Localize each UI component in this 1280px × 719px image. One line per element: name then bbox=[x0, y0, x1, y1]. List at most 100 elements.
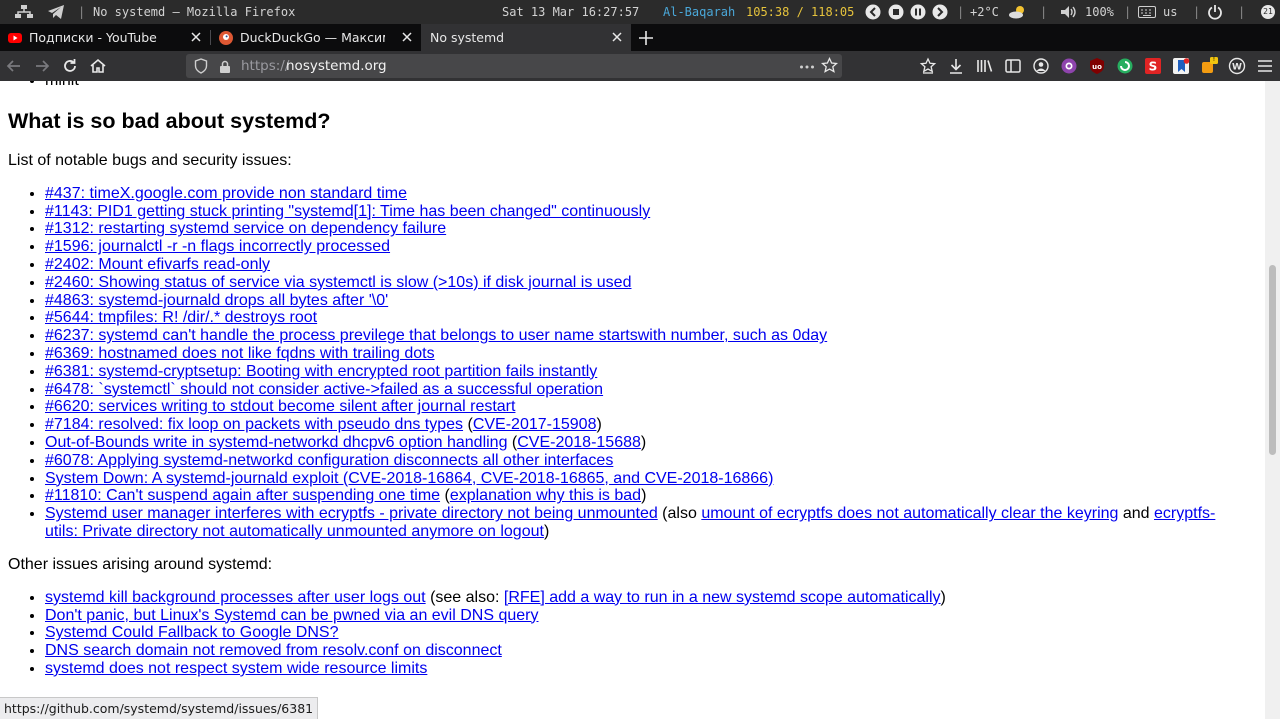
list-item: #1143: PID1 getting stuck printing "syst… bbox=[45, 203, 1248, 221]
extension-green-icon[interactable] bbox=[1116, 57, 1134, 75]
power-icon[interactable] bbox=[1207, 0, 1223, 24]
issue-link[interactable]: #6381: systemd-cryptsetup: Booting with … bbox=[45, 363, 597, 380]
issue-link[interactable]: systemd does not respect system wide res… bbox=[45, 660, 427, 677]
network-icon[interactable] bbox=[14, 0, 34, 24]
sidebar-icon[interactable] bbox=[1004, 57, 1022, 75]
link-status-panel: https://github.com/systemd/systemd/issue… bbox=[0, 697, 319, 719]
svg-text:W: W bbox=[1232, 63, 1242, 73]
telegram-icon[interactable] bbox=[47, 0, 65, 24]
clock: Sat 13 Mar 16:27:57 bbox=[502, 5, 640, 19]
issue-link[interactable]: umount of ecryptfs does not automaticall… bbox=[701, 505, 1118, 522]
extension-w-icon[interactable]: W bbox=[1228, 57, 1246, 75]
issue-link[interactable]: System Down: A systemd-journald exploit … bbox=[45, 470, 773, 487]
pocket-icon[interactable] bbox=[919, 57, 937, 75]
issue-link[interactable]: CVE-2018-15688 bbox=[517, 434, 641, 451]
issue-link[interactable]: #6237: systemd can't handle the process … bbox=[45, 327, 827, 344]
list-item: #1596: journalctl -r -n flags incorrectl… bbox=[45, 238, 1248, 256]
lock-icon[interactable] bbox=[219, 59, 231, 78]
issue-link[interactable]: systemd kill background processes after … bbox=[45, 589, 426, 606]
issue-link[interactable]: Out-of-Bounds write in systemd-networkd … bbox=[45, 434, 507, 451]
workspace-badge[interactable]: 21 bbox=[1260, 0, 1276, 24]
forward-icon[interactable] bbox=[33, 57, 51, 75]
close-tab-icon[interactable] bbox=[611, 31, 623, 43]
extension-bookmark-icon[interactable] bbox=[1172, 57, 1190, 75]
panel-separator: | bbox=[78, 5, 86, 19]
workspace-number: 21 bbox=[1263, 7, 1273, 16]
url-host: nosystemd.org bbox=[286, 58, 387, 74]
prev-track-icon[interactable] bbox=[865, 0, 881, 24]
issue-link[interactable]: DNS search domain not removed from resol… bbox=[45, 642, 502, 659]
close-tab-icon[interactable] bbox=[401, 31, 413, 43]
stop-icon[interactable] bbox=[888, 0, 904, 24]
volume-icon[interactable] bbox=[1060, 0, 1078, 24]
page-viewport[interactable]: minit What is so bad about systemd? List… bbox=[0, 81, 1265, 719]
issue-link[interactable]: #437: timeX.google.com provide non stand… bbox=[45, 185, 407, 202]
close-tab-icon[interactable] bbox=[190, 31, 202, 43]
scrollbar[interactable] bbox=[1265, 81, 1280, 719]
scrollbar-thumb[interactable] bbox=[1269, 265, 1276, 455]
track-name: Al-Baqarah bbox=[663, 5, 736, 19]
pause-icon[interactable] bbox=[910, 0, 926, 24]
extension-red-s-icon[interactable]: S bbox=[1144, 57, 1162, 75]
next-track-icon[interactable] bbox=[932, 0, 948, 24]
menu-hamburger-icon[interactable] bbox=[1256, 57, 1274, 75]
issue-link[interactable]: #1312: restarting systemd service on dep… bbox=[45, 220, 446, 237]
list-item: #437: timeX.google.com provide non stand… bbox=[45, 185, 1248, 203]
issue-link[interactable]: Systemd Could Fallback to Google DNS? bbox=[45, 624, 338, 641]
inline-text: ) bbox=[596, 416, 602, 434]
issue-link[interactable]: #1143: PID1 getting stuck printing "syst… bbox=[45, 203, 650, 220]
list-item: #2460: Showing status of service via sys… bbox=[45, 274, 1248, 292]
issue-link[interactable]: CVE-2017-15908 bbox=[473, 416, 597, 433]
address-bar[interactable]: https:// nosystemd.org bbox=[186, 54, 842, 78]
issue-link[interactable]: Don't panic, but Linux's Systemd can be … bbox=[45, 607, 538, 624]
list-item: systemd kill background processes after … bbox=[45, 589, 1248, 607]
library-icon[interactable] bbox=[976, 57, 994, 75]
issue-link[interactable]: #2460: Showing status of service via sys… bbox=[45, 274, 631, 291]
bookmark-star-icon[interactable] bbox=[820, 56, 839, 78]
tab-duckduckgo[interactable]: DuckDuckGo — Максимум bbox=[211, 24, 421, 51]
downloads-icon[interactable] bbox=[947, 57, 965, 75]
issue-link[interactable]: [RFE] add a way to run in a new systemd … bbox=[504, 589, 941, 606]
home-icon[interactable] bbox=[89, 57, 107, 75]
shield-icon[interactable] bbox=[194, 58, 208, 78]
issue-link[interactable]: #2402: Mount efivarfs read-only bbox=[45, 256, 270, 273]
bugs-intro: List of notable bugs and security issues… bbox=[8, 151, 292, 169]
new-tab-icon[interactable] bbox=[639, 30, 653, 49]
extension-badge-count: ! bbox=[1212, 56, 1216, 63]
tab-youtube[interactable]: Подписки - YouTube bbox=[0, 24, 210, 51]
list-item: #2402: Mount efivarfs read-only bbox=[45, 256, 1248, 274]
inline-text: ) bbox=[640, 433, 647, 451]
extension-orange-icon[interactable]: ! bbox=[1200, 56, 1218, 75]
keyboard-layout[interactable]: us bbox=[1163, 0, 1177, 24]
account-icon[interactable] bbox=[1032, 57, 1050, 75]
svg-text:S: S bbox=[1149, 60, 1158, 74]
issue-link[interactable]: #4863: systemd-journald drops all bytes … bbox=[45, 292, 388, 309]
list-item: #6369: hostnamed does not like fqdns wit… bbox=[45, 345, 1248, 363]
tab-no-systemd[interactable]: No systemd bbox=[421, 24, 631, 51]
inline-text: ( bbox=[440, 487, 450, 505]
page-actions-icon[interactable] bbox=[799, 59, 815, 78]
ublock-origin-icon[interactable]: uo bbox=[1088, 57, 1106, 75]
inline-text: ( bbox=[463, 416, 473, 434]
list-item: minit bbox=[45, 81, 1248, 90]
issue-link[interactable]: #6369: hostnamed does not like fqdns wit… bbox=[45, 345, 435, 362]
issue-link[interactable]: #6078: Applying systemd-networkd configu… bbox=[45, 452, 613, 469]
issue-link[interactable]: #7184: resolved: fix loop on packets wit… bbox=[45, 416, 463, 433]
issue-link[interactable]: #1596: journalctl -r -n flags incorrectl… bbox=[45, 238, 390, 255]
tab-title: No systemd bbox=[430, 30, 505, 45]
issue-link[interactable]: Systemd user manager interferes with ecr… bbox=[45, 505, 658, 522]
issue-link[interactable]: #6620: services writing to stdout become… bbox=[45, 398, 515, 415]
inline-text: ) bbox=[641, 487, 647, 505]
list-item: Systemd Could Fallback to Google DNS? bbox=[45, 624, 1248, 642]
reload-icon[interactable] bbox=[61, 57, 79, 75]
extension-purple-icon[interactable] bbox=[1060, 57, 1078, 75]
track-time: 105:38 / 118:05 bbox=[746, 5, 855, 19]
back-icon[interactable] bbox=[5, 57, 23, 75]
issue-link[interactable]: #6478: `systemctl` should not consider a… bbox=[45, 381, 603, 398]
volume-level[interactable]: 100% bbox=[1085, 0, 1114, 24]
tab-strip: Подписки - YouTube DuckDuckGo — Максимум… bbox=[0, 24, 1280, 51]
issue-link[interactable]: #11810: Can't suspend again after suspen… bbox=[45, 487, 440, 504]
issue-link[interactable]: explanation why this is bad bbox=[450, 487, 641, 504]
list-item: #6237: systemd can't handle the process … bbox=[45, 327, 1248, 345]
issue-link[interactable]: #5644: tmpfiles: R! /dir/.* destroys roo… bbox=[45, 309, 317, 326]
